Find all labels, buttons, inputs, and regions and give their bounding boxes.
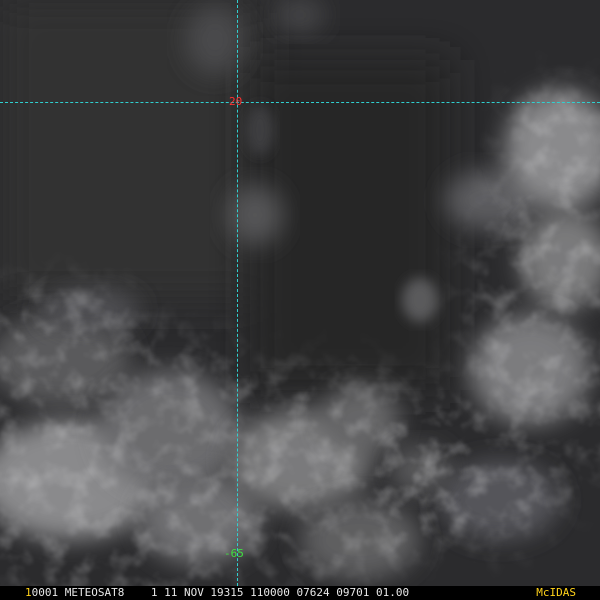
satellite-image-viewer: 20 -65 10001 METEOSAT8 1 11 NOV 19315 11… (0, 0, 600, 600)
satellite-cloud-imagery (0, 0, 600, 586)
longitude-gridline (237, 0, 238, 586)
frame-number: 1 (25, 586, 32, 599)
longitude-label: -65 (224, 547, 244, 560)
image-metadata: 0001 METEOSAT8 1 11 NOV 19315 110000 076… (31, 586, 410, 599)
image-info-bar: 10001 METEOSAT8 1 11 NOV 19315 110000 07… (0, 586, 600, 600)
latitude-gridline (0, 102, 600, 103)
mcidas-brand: McIDAS (536, 586, 576, 599)
latitude-label: 20 (229, 95, 243, 108)
